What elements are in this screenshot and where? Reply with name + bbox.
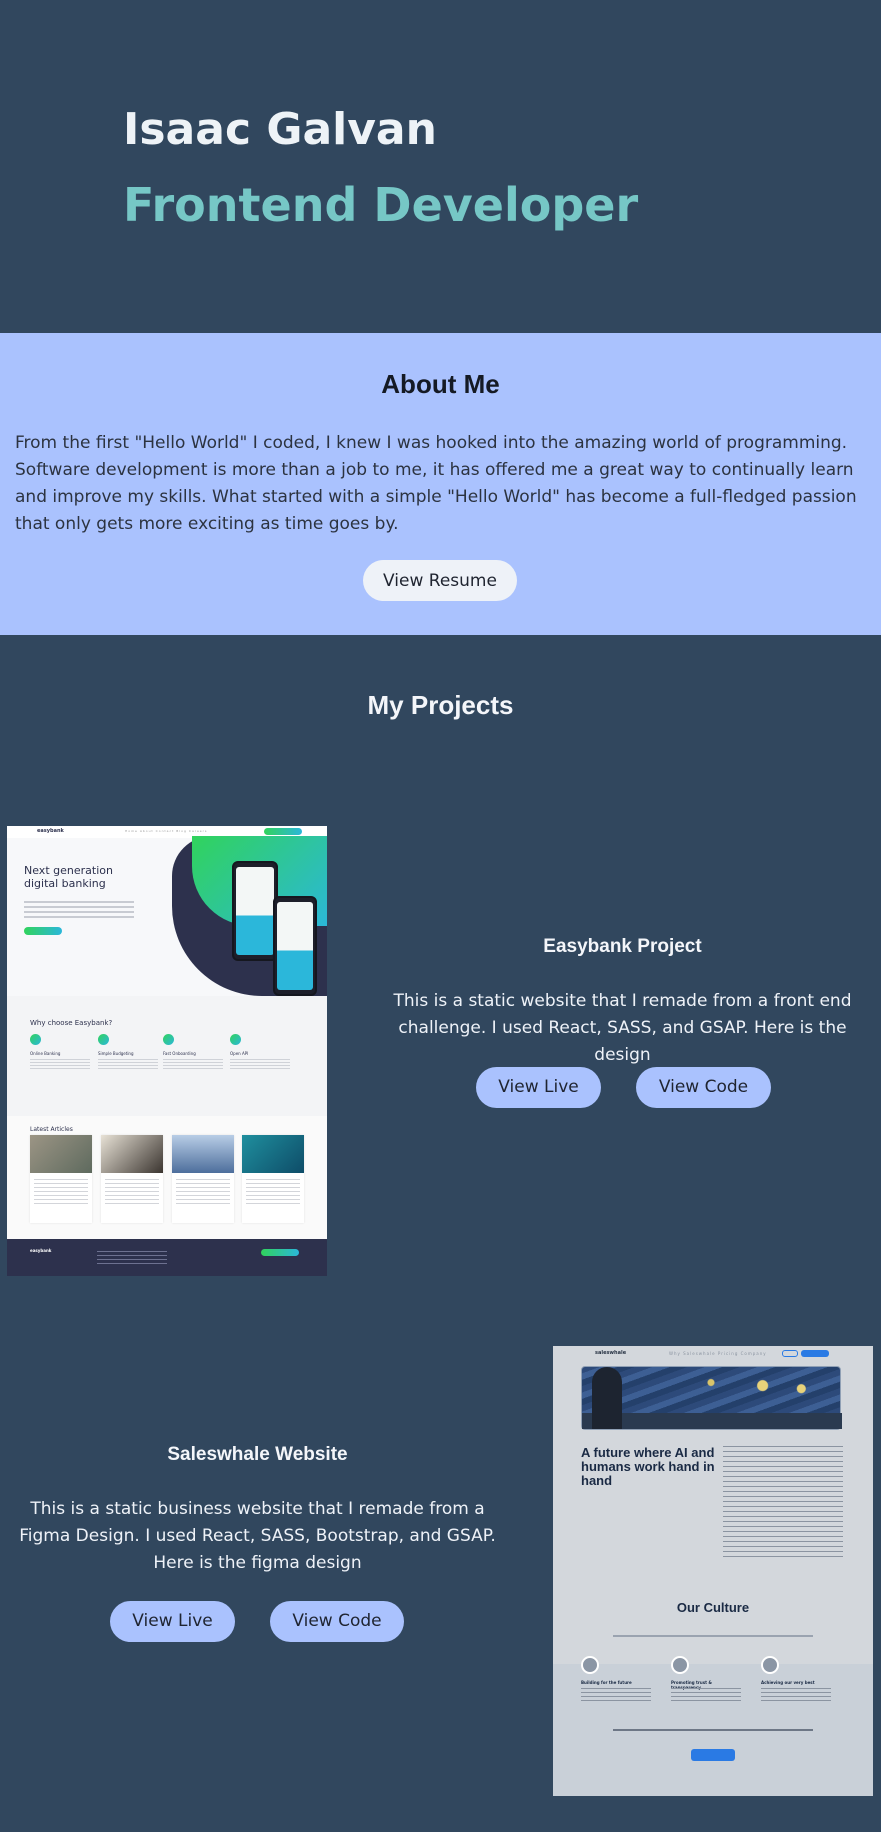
thumb-nav: saleswhale Why Saleswhale Pricing Compan… bbox=[553, 1346, 873, 1360]
thumb-footer-links bbox=[97, 1251, 167, 1267]
thumb-logo: saleswhale bbox=[595, 1350, 627, 1356]
view-live-button[interactable]: View Live bbox=[110, 1601, 235, 1642]
thumb-signup-button bbox=[801, 1350, 829, 1357]
thumb-value-title: Achieving our very best bbox=[761, 1680, 815, 1685]
thumb-culture-title: Our Culture bbox=[676, 1600, 750, 1615]
thumb-cta-text bbox=[613, 1729, 813, 1731]
thumb-cta-button bbox=[691, 1749, 735, 1761]
thumb-feature: Simple Budgeting bbox=[98, 1034, 158, 1071]
view-resume-button[interactable]: View Resume bbox=[363, 560, 517, 601]
thumb-hero-text bbox=[24, 901, 134, 919]
hero-name: Isaac Galvan bbox=[123, 104, 437, 155]
about-text: From the first "Hello World" I coded, I … bbox=[15, 433, 857, 534]
thumb-article-card bbox=[30, 1135, 92, 1223]
thumb-feature: Open API bbox=[230, 1034, 290, 1071]
about-title: About Me bbox=[381, 369, 500, 399]
view-code-button[interactable]: View Code bbox=[636, 1067, 771, 1108]
thumb-avatar bbox=[581, 1656, 599, 1674]
thumb-avatar bbox=[671, 1656, 689, 1674]
thumb-phone bbox=[273, 896, 317, 996]
project-description: This is a static business website that I… bbox=[19, 1499, 496, 1573]
thumb-value-title: Building for the future bbox=[581, 1680, 632, 1685]
thumb-nav-links: Why Saleswhale Pricing Company bbox=[669, 1351, 767, 1356]
thumb-avatar bbox=[761, 1656, 779, 1674]
thumb-body-text bbox=[723, 1446, 843, 1558]
thumb-logo: easybank bbox=[37, 828, 64, 834]
thumb-value-text bbox=[581, 1688, 651, 1702]
thumb-headline: A future where AI and humans work hand i… bbox=[581, 1445, 715, 1488]
project-title: Easybank Project bbox=[543, 936, 702, 957]
thumb-feature: Fast Onboarding bbox=[163, 1034, 223, 1071]
thumb-login-button bbox=[782, 1350, 798, 1357]
about-section: About Me From the first "Hello World" I … bbox=[0, 333, 881, 635]
thumb-nav-links: Home About Contact Blog Careers bbox=[125, 829, 208, 833]
saleswhale-thumbnail: saleswhale Why Saleswhale Pricing Compan… bbox=[553, 1346, 873, 1796]
thumb-feature: Online Banking bbox=[30, 1034, 90, 1071]
thumb-hero-button bbox=[24, 927, 62, 935]
thumb-article-card bbox=[242, 1135, 304, 1223]
thumb-hero-painting bbox=[581, 1366, 842, 1430]
hero-section: Isaac Galvan Frontend Developer bbox=[0, 0, 881, 333]
thumb-footer-logo: easybank bbox=[30, 1248, 52, 1253]
thumb-article-card bbox=[172, 1135, 234, 1223]
hero-role: Frontend Developer bbox=[123, 178, 639, 232]
thumb-headline: Next generation digital banking bbox=[24, 864, 113, 890]
thumb-value-text bbox=[761, 1688, 831, 1702]
thumb-culture-subtitle bbox=[613, 1635, 813, 1637]
projects-title: My Projects bbox=[367, 690, 514, 720]
thumb-value-text bbox=[671, 1688, 741, 1702]
thumb-footer-button bbox=[261, 1249, 299, 1256]
thumb-section-title: Why choose Easybank? bbox=[30, 1019, 113, 1027]
thumb-nav-button bbox=[264, 828, 302, 835]
easybank-thumbnail: easybank Home About Contact Blog Careers… bbox=[7, 826, 327, 1276]
thumb-phone bbox=[232, 861, 278, 961]
thumb-article-card bbox=[101, 1135, 163, 1223]
project-title: Saleswhale Website bbox=[167, 1444, 348, 1465]
view-live-button[interactable]: View Live bbox=[476, 1067, 601, 1108]
view-code-button[interactable]: View Code bbox=[270, 1601, 404, 1642]
project-description: This is a static website that I remade f… bbox=[393, 991, 852, 1065]
thumb-footer: easybank bbox=[7, 1239, 327, 1276]
thumb-articles-title: Latest Articles bbox=[30, 1126, 73, 1133]
